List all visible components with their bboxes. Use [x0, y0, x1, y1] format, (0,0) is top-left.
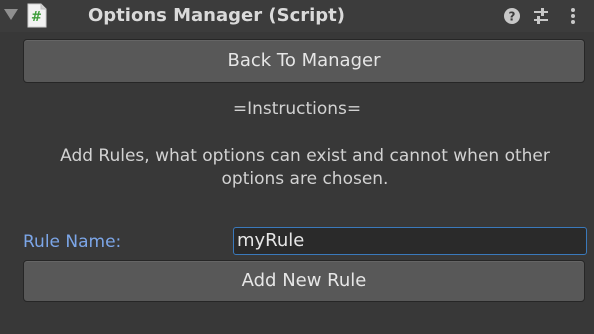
back-to-manager-button[interactable]: Back To Manager: [23, 39, 585, 83]
component-title: Options Manager (Script): [88, 5, 346, 26]
svg-text:?: ?: [509, 10, 516, 24]
instructions-heading: =Instructions=: [232, 99, 362, 119]
csharp-script-icon: #: [27, 3, 47, 28]
rule-name-input[interactable]: myRule: [233, 227, 587, 255]
presets-icon[interactable]: [531, 6, 551, 26]
context-menu-icon[interactable]: [563, 6, 583, 26]
component-header[interactable]: # Options Manager (Script) ?: [0, 0, 594, 32]
instructions-text: Add Rules, what options can exist and ca…: [60, 146, 550, 189]
add-new-rule-button[interactable]: Add New Rule: [23, 260, 585, 302]
help-icon[interactable]: ?: [502, 6, 522, 26]
svg-text:#: #: [31, 10, 42, 25]
rule-name-label: Rule Name:: [23, 232, 122, 252]
foldout-arrow-icon[interactable]: [4, 9, 18, 20]
